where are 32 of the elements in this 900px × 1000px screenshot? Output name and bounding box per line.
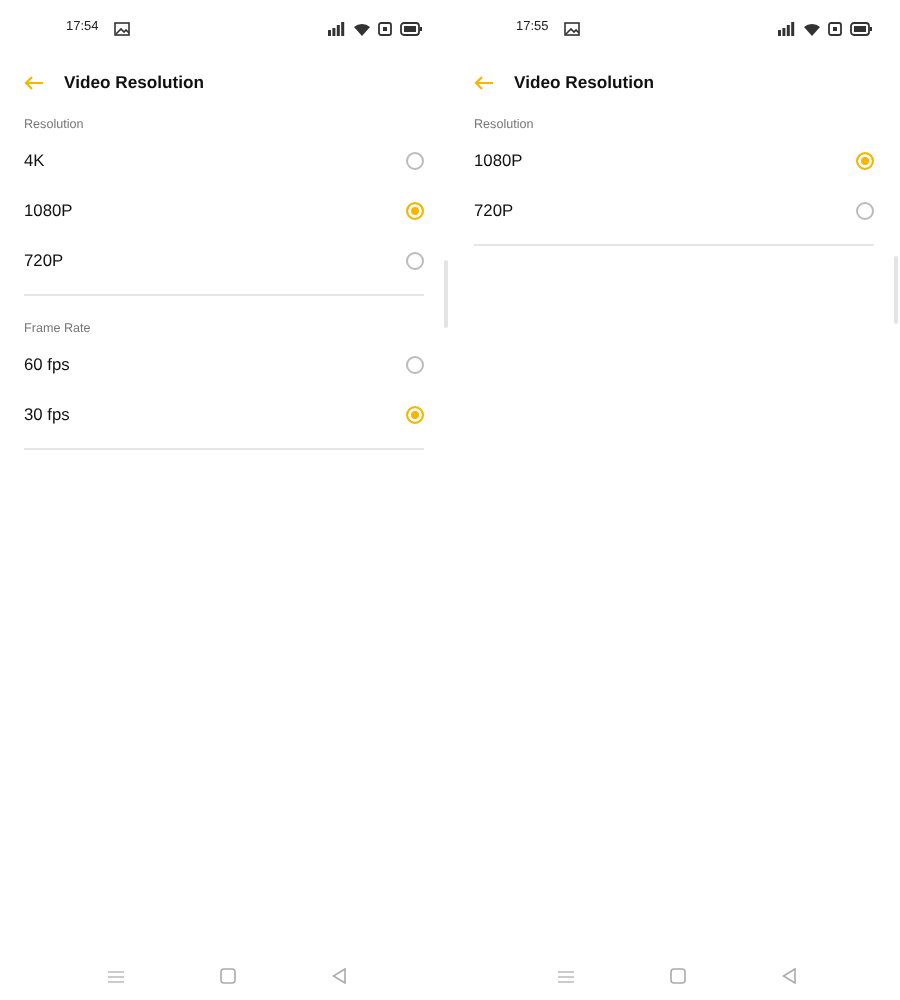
back-arrow-icon[interactable] [24, 75, 44, 89]
screen-title: Video Resolution [514, 69, 655, 95]
radio-button[interactable] [856, 202, 874, 220]
network-icon [328, 21, 346, 35]
option-label[interactable]: 720P [474, 198, 514, 224]
option-label[interactable]: 4K [24, 148, 45, 174]
back-icon[interactable] [782, 968, 796, 984]
option-label[interactable]: 1080P [24, 198, 73, 224]
battery-icon [400, 21, 422, 35]
option-label[interactable]: 60 fps [24, 352, 70, 378]
screen-title: Video Resolution [64, 69, 205, 95]
image-icon [564, 21, 581, 35]
menu-icon[interactable] [558, 969, 574, 983]
option-label[interactable]: 720P [24, 248, 64, 274]
wifi-icon [354, 21, 370, 35]
back-icon[interactable] [332, 968, 346, 984]
radio-button[interactable] [406, 356, 424, 374]
home-icon[interactable] [670, 968, 686, 984]
menu-icon[interactable] [108, 969, 124, 983]
back-arrow-icon[interactable] [474, 75, 494, 89]
radio-button[interactable] [856, 152, 874, 170]
network-icon [778, 21, 796, 35]
radio-button[interactable] [406, 152, 424, 170]
radio-button[interactable] [406, 252, 424, 270]
wifi-icon [804, 21, 820, 35]
image-icon [114, 21, 131, 35]
battery-icon [850, 21, 872, 35]
home-icon[interactable] [220, 968, 236, 984]
option-label[interactable]: 1080P [474, 148, 523, 174]
radio-button[interactable] [406, 406, 424, 424]
radio-button[interactable] [406, 202, 424, 220]
option-label[interactable]: 30 fps [24, 402, 70, 428]
